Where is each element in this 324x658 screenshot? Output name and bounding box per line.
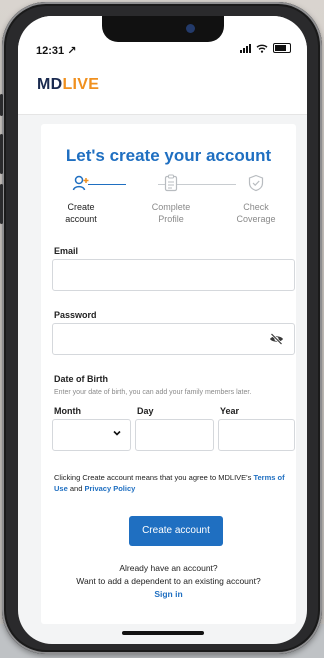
status-icons xyxy=(240,43,291,53)
person-add-icon xyxy=(72,175,89,191)
status-time: 12:31 ↗ xyxy=(36,45,77,57)
sign-in-link[interactable]: Sign in xyxy=(41,588,296,601)
year-label: Year xyxy=(220,406,240,416)
phone-screen: 12:31 ↗ MDLIVE Let's create your account… xyxy=(18,16,307,644)
terms-and: and xyxy=(67,484,85,493)
privacy-policy-link[interactable]: Privacy Policy xyxy=(84,484,135,493)
step-label-line2: account xyxy=(65,214,97,224)
phone-frame: 12:31 ↗ MDLIVE Let's create your account… xyxy=(0,2,322,654)
home-indicator xyxy=(122,631,204,635)
step-check-coverage: Check Coverage xyxy=(221,174,291,225)
signal-icon xyxy=(240,43,251,53)
step-label-line1: Create xyxy=(67,202,95,212)
month-label: Month xyxy=(54,406,81,416)
step-create-account: Create account xyxy=(46,174,116,225)
notch xyxy=(102,16,224,42)
eye-off-icon[interactable] xyxy=(269,333,284,345)
footer-links: Already have an account? Want to add a d… xyxy=(41,562,296,601)
password-field[interactable] xyxy=(52,323,295,355)
shield-check-icon xyxy=(248,174,264,192)
battery-icon xyxy=(273,43,291,53)
dob-label: Date of Birth xyxy=(54,374,108,384)
side-button-volume-down xyxy=(0,184,3,224)
step-label-line1: Complete xyxy=(151,202,191,212)
day-label: Day xyxy=(137,406,154,416)
dob-hint: Enter your date of birth, you can add yo… xyxy=(54,389,252,396)
side-button-volume-up xyxy=(0,134,3,174)
email-label: Email xyxy=(54,246,79,256)
create-account-button[interactable]: Create account xyxy=(129,516,223,546)
step-label-line2: Profile xyxy=(158,214,184,224)
terms-text: Clicking Create account means that you a… xyxy=(54,472,288,494)
step-complete-profile: Complete Profile xyxy=(136,174,206,225)
year-field[interactable] xyxy=(218,419,295,451)
progress-steps: Create account Complete Profile Check Co… xyxy=(41,174,296,234)
app-header: MDLIVE xyxy=(18,62,307,115)
logo-md: MD xyxy=(37,76,63,93)
mdlive-logo[interactable]: MDLIVE xyxy=(37,76,99,94)
month-select[interactable] xyxy=(52,419,131,451)
step-label-line2: Coverage xyxy=(236,214,276,224)
chevron-down-icon xyxy=(113,430,121,436)
wifi-icon xyxy=(256,44,268,53)
step-label-line1: Check xyxy=(243,202,269,212)
already-have-account-text: Already have an account? xyxy=(119,563,218,573)
day-field[interactable] xyxy=(135,419,214,451)
password-label: Password xyxy=(54,310,97,320)
terms-text-prefix: Clicking Create account means that you a… xyxy=(54,473,254,482)
step-label-create: Create account xyxy=(46,201,116,225)
step-label-coverage: Check Coverage xyxy=(221,201,291,225)
step-label-profile: Complete Profile xyxy=(136,201,206,225)
add-dependent-text: Want to add a dependent to an existing a… xyxy=(76,576,261,586)
email-field[interactable] xyxy=(52,259,295,291)
signup-card: Let's create your account Create account xyxy=(41,124,296,624)
clipboard-icon xyxy=(164,174,178,192)
page-title: Let's create your account xyxy=(65,146,272,165)
side-button-mute xyxy=(0,94,3,116)
logo-live: LIVE xyxy=(62,76,100,93)
camera-icon xyxy=(186,24,195,33)
